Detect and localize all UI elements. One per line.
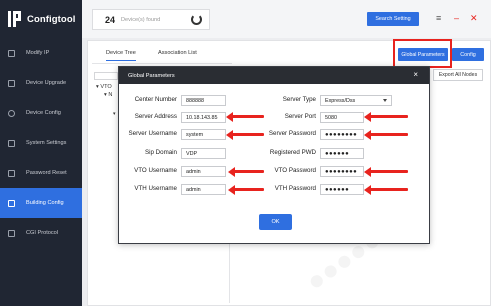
server-username-field[interactable]: system: [181, 129, 226, 140]
sidebar-item-label: Device Config: [26, 110, 61, 116]
global-parameters-dialog: Global Parameters × Center Number 888888…: [118, 66, 430, 244]
sidebar-item-device-upgrade[interactable]: Device Upgrade: [0, 68, 82, 98]
tree-root[interactable]: ▾ VTO: [96, 84, 112, 90]
chevron-down-icon: [383, 99, 387, 102]
sidebar-item-label: CGI Protocol: [26, 230, 59, 236]
server-type-select[interactable]: Express/Dss: [320, 95, 392, 106]
center-number-label: Center Number: [134, 96, 177, 103]
vto-username-field[interactable]: admin: [181, 166, 226, 177]
top-bar: 24 Device(s) found Search Setting ≡ – ✕: [82, 0, 491, 38]
annotation-highlight-box: [393, 39, 452, 68]
modify-ip-icon: [8, 49, 15, 57]
vth-username-label: VTH Username: [134, 185, 177, 192]
annotation-arrow: [226, 129, 264, 140]
sidebar-nav: Modify IP Device Upgrade Device Config S…: [0, 38, 82, 248]
config-button[interactable]: Config: [452, 48, 484, 61]
server-address-field[interactable]: 10.18.143.85: [181, 112, 226, 123]
annotation-arrow: [364, 129, 408, 140]
tab-divider: [92, 63, 232, 64]
sidebar-item-label: Password Reset: [26, 170, 67, 176]
server-type-label: Server Type: [282, 96, 316, 103]
sidebar-item-label: Building Config: [26, 200, 64, 206]
upgrade-icon: [8, 79, 15, 87]
sidebar-item-label: Modify IP: [26, 50, 50, 56]
configtool-logo-icon: [8, 11, 21, 27]
close-icon[interactable]: ✕: [470, 13, 478, 24]
sidebar-item-building-config[interactable]: Building Config: [0, 188, 82, 218]
vto-username-label: VTO Username: [134, 167, 177, 174]
server-username-label: Server Username: [128, 130, 178, 137]
annotation-arrow: [228, 166, 264, 177]
gear-icon: [8, 109, 15, 117]
annotation-arrow: [228, 184, 264, 195]
sidebar-item-label: System Settings: [26, 140, 67, 146]
dialog-close-icon[interactable]: ×: [413, 70, 418, 79]
server-address-label: Server Address: [134, 113, 177, 120]
menu-icon[interactable]: ≡: [436, 13, 441, 23]
protocol-icon: [8, 229, 15, 237]
building-icon: [8, 199, 15, 207]
lock-icon: [8, 169, 15, 177]
tree-search-input[interactable]: [94, 72, 118, 80]
refresh-icon[interactable]: [191, 14, 202, 25]
search-setting-button[interactable]: Search Setting: [367, 12, 419, 26]
center-number-field[interactable]: 888888: [181, 95, 226, 106]
sidebar-item-system-settings[interactable]: System Settings: [0, 128, 82, 158]
device-count: 24: [105, 14, 116, 25]
vth-username-field[interactable]: admin: [181, 184, 226, 195]
annotation-arrow: [364, 166, 408, 177]
annotation-arrow: [364, 184, 408, 195]
vto-password-field[interactable]: ●●●●●●●●: [320, 166, 364, 177]
tree-root-label: VTO: [100, 84, 112, 90]
server-password-field[interactable]: ●●●●●●●●: [320, 129, 364, 140]
sidebar-item-password-reset[interactable]: Password Reset: [0, 158, 82, 188]
sidebar-item-modify-ip[interactable]: Modify IP: [0, 38, 82, 68]
sidebar-item-cgi-protocol[interactable]: CGI Protocol: [0, 218, 82, 248]
server-port-field[interactable]: 5080: [320, 112, 364, 123]
sip-domain-field[interactable]: VDP: [181, 148, 226, 159]
app-logo: Configtool: [8, 9, 75, 29]
app-title: Configtool: [27, 13, 76, 25]
sidebar-item-label: Device Upgrade: [26, 80, 67, 86]
registered-pwd-field[interactable]: ●●●●●●: [320, 148, 364, 159]
annotation-arrow: [364, 111, 408, 122]
annotation-arrow: [226, 111, 264, 122]
dialog-header: Global Parameters ×: [119, 67, 429, 84]
tab-association-list[interactable]: Association List: [158, 50, 197, 56]
device-count-label: Device(s) found: [121, 16, 161, 23]
ok-button[interactable]: OK: [259, 214, 292, 230]
server-type-value: Express/Dss: [325, 97, 356, 104]
vth-password-field[interactable]: ●●●●●●: [320, 184, 364, 195]
settings-icon: [8, 139, 15, 147]
sidebar-item-device-config[interactable]: Device Config: [0, 98, 82, 128]
minimize-icon[interactable]: –: [454, 13, 459, 23]
registered-pwd-label: Registered PWD: [269, 149, 316, 156]
sidebar: Configtool Modify IP Device Upgrade Devi…: [0, 0, 82, 306]
sip-domain-label: Sip Domain: [145, 149, 177, 156]
tab-device-tree[interactable]: Device Tree: [106, 50, 136, 61]
export-all-nodes-button[interactable]: Export All Nodes: [433, 69, 483, 81]
dialog-title: Global Parameters: [128, 72, 175, 79]
